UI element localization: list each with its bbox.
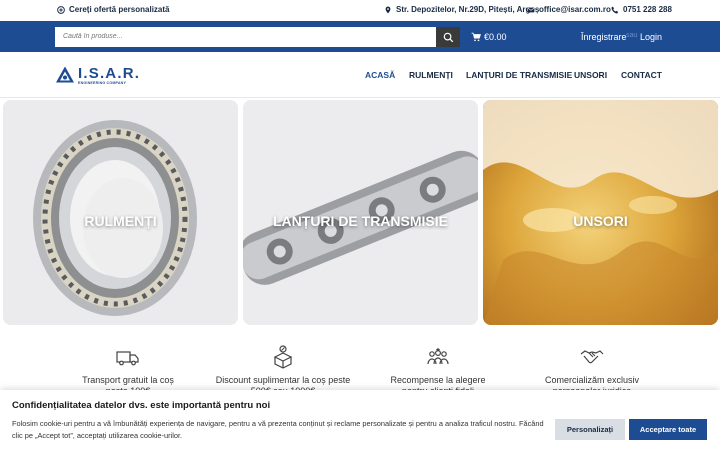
- envelope-icon: [527, 7, 535, 12]
- nav-item-bearings[interactable]: RULMENȚI: [409, 70, 453, 80]
- feature-line: Recompense la alegere: [390, 375, 486, 385]
- auth-separator: sau: [626, 32, 638, 39]
- category-card-bearings[interactable]: RULMENȚI: [3, 100, 238, 325]
- request-offer-label: Cereți ofertă personalizată: [69, 5, 170, 14]
- category-label-greases: UNSORI: [573, 213, 628, 229]
- nav-item-home[interactable]: ACASĂ: [365, 70, 395, 80]
- accept-all-cookies-button[interactable]: Acceptare toate: [629, 419, 707, 440]
- phone-link[interactable]: 0751 228 288: [611, 5, 672, 14]
- product-search-input[interactable]: [55, 27, 436, 47]
- search-icon: [443, 32, 453, 42]
- nav-item-chains[interactable]: LANȚURI DE TRANSMISIE: [466, 70, 572, 80]
- nav-item-contact[interactable]: CONTACT: [621, 70, 662, 80]
- category-label-bearings: RULMENȚI: [84, 213, 157, 229]
- cart-button[interactable]: €0.00: [471, 32, 507, 42]
- logo-tagline: ENGINEERING COMPANY: [78, 80, 127, 85]
- phone-text: 0751 228 288: [623, 5, 672, 14]
- location-pin-icon: [385, 6, 391, 14]
- logo-mark-icon: [56, 66, 74, 83]
- main-header: I.S.A.R. ENGINEERING COMPANY ACASĂ RULME…: [0, 52, 720, 98]
- plus-circle-icon: [57, 5, 65, 14]
- address-info: Str. Depozitelor, Nr.29D, Pitești, Argeș: [384, 5, 539, 14]
- request-offer-link[interactable]: Cereți ofertă personalizată: [57, 5, 169, 14]
- category-card-greases[interactable]: UNSORI: [483, 100, 718, 325]
- cookie-title: Confidențialitatea datelor dvs. este imp…: [12, 400, 271, 411]
- phone-icon: [611, 6, 619, 13]
- delivery-truck-icon: [116, 351, 139, 366]
- logo-name: I.S.A.R.: [78, 64, 141, 82]
- feature-line: Transport gratuit la coș: [82, 375, 174, 385]
- handshake-icon: [580, 350, 604, 364]
- loyalty-people-icon: [427, 347, 449, 365]
- feature-line: Comercializăm exclusiv: [544, 375, 640, 385]
- login-link[interactable]: Login: [640, 32, 662, 42]
- cart-total: €0.00: [484, 32, 507, 42]
- email-link[interactable]: office@isar.com.ro: [527, 5, 611, 14]
- logo-text: I.S.A.R. ENGINEERING COMPANY: [78, 66, 140, 85]
- site-logo[interactable]: I.S.A.R. ENGINEERING COMPANY: [55, 65, 140, 85]
- cart-icon: [471, 32, 481, 42]
- nav-item-greases[interactable]: UNSORI: [574, 70, 607, 80]
- search-bar: €0.00 Înregistrare sau Login: [0, 21, 720, 52]
- top-bar: Cereți ofertă personalizată Str. Depozit…: [0, 0, 720, 20]
- category-label-chains: LANȚURI DE TRANSMISIE: [273, 213, 448, 229]
- category-card-chains[interactable]: LANȚURI DE TRANSMISIE: [243, 100, 478, 325]
- cookie-description: Folosim cookie-uri pentru a vă îmbunătăț…: [12, 419, 544, 440]
- cookie-consent-banner: Confidențialitatea datelor dvs. este imp…: [0, 390, 720, 450]
- email-text: office@isar.com.ro: [539, 5, 611, 14]
- discount-box-icon: [273, 345, 293, 369]
- search-button[interactable]: [436, 27, 460, 47]
- feature-line: Discount suplimentar la coș peste: [215, 375, 351, 385]
- register-link[interactable]: Înregistrare: [581, 32, 627, 42]
- address-text: Str. Depozitelor, Nr.29D, Pitești, Argeș: [396, 5, 540, 14]
- customize-cookies-button[interactable]: Personalizați: [555, 419, 625, 440]
